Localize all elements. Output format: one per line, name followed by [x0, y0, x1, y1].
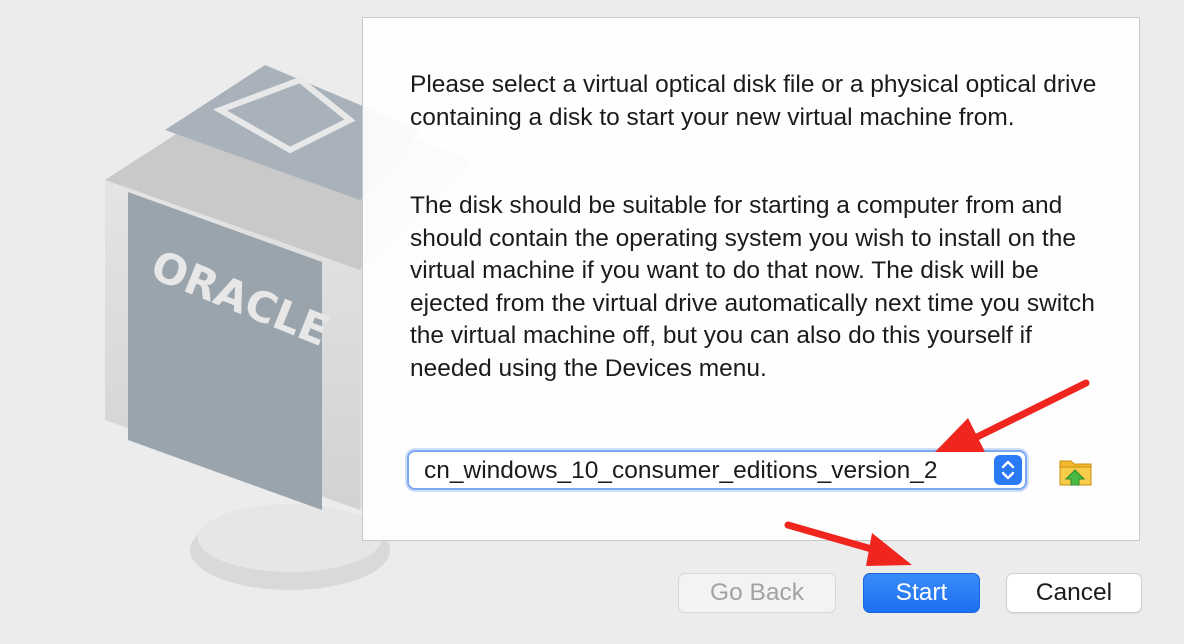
disk-info-text: The disk should be suitable for starting…: [410, 192, 1095, 382]
dialog-window: ORACLE Please select a virtual optical d…: [0, 0, 1184, 644]
content-panel: Please select a virtual optical disk fil…: [362, 17, 1140, 541]
disk-select-value: cn_windows_10_consumer_editions_version_…: [424, 457, 938, 484]
up-down-chevron-icon[interactable]: [994, 455, 1022, 485]
instruction-text: Please select a virtual optical disk fil…: [410, 71, 1097, 131]
cancel-button[interactable]: Cancel: [1006, 573, 1142, 613]
start-button[interactable]: Start: [863, 573, 980, 613]
choose-disk-button[interactable]: [1058, 453, 1094, 489]
go-back-button[interactable]: Go Back: [678, 573, 836, 613]
optical-disk-select[interactable]: cn_windows_10_consumer_editions_version_…: [407, 450, 1027, 490]
folder-icon: [1059, 460, 1092, 486]
